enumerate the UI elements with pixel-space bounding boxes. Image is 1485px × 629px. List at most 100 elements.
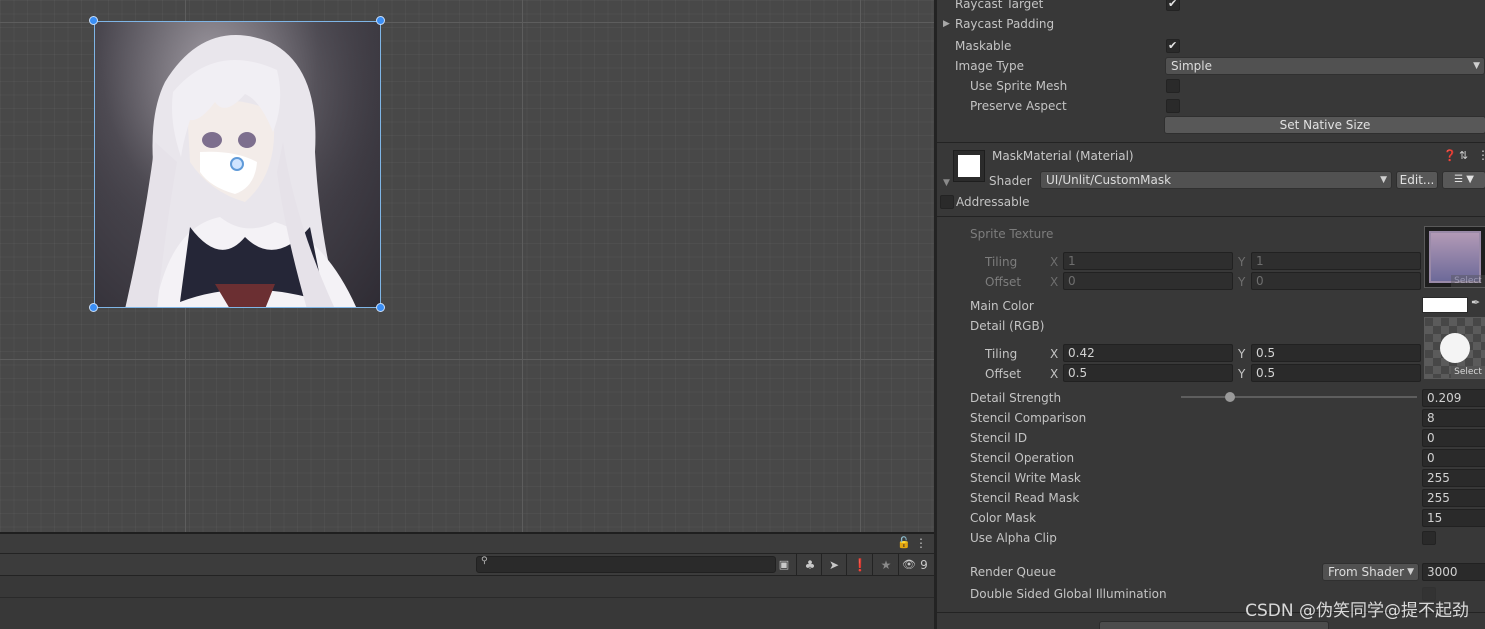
detail-offset-x-field[interactable]: 0.5	[1063, 364, 1233, 382]
axis-x-label: X	[1050, 275, 1059, 289]
preserve-aspect-row: Preserve Aspect	[937, 96, 1485, 116]
section-divider	[937, 142, 1485, 143]
add-component-button[interactable]	[1099, 621, 1329, 629]
sprite-offset-y-field[interactable]: 0	[1251, 272, 1421, 290]
collapse-triangle-icon[interactable]: ▼	[943, 178, 950, 188]
search-icon: ⚲	[481, 556, 488, 566]
raycast-target-label: Raycast Target	[955, 0, 1044, 11]
color-mask-label: Color Mask	[970, 511, 1037, 525]
image-type-label: Image Type	[955, 59, 1024, 73]
sprite-tiling-y-field[interactable]: 1	[1251, 252, 1421, 270]
maskable-checkbox[interactable]	[1166, 36, 1180, 56]
preserve-aspect-checkbox[interactable]	[1166, 99, 1180, 113]
use-sprite-mesh-checkbox[interactable]	[1166, 79, 1180, 93]
maskable-label: Maskable	[955, 39, 1012, 53]
chevron-down-icon: ▼	[1407, 567, 1414, 577]
detail-offset-label: Offset	[985, 367, 1022, 381]
image-type-value: Simple	[1171, 59, 1212, 73]
more-menu-icon[interactable]: ⋮	[914, 534, 928, 552]
resize-handle-bottom-right[interactable]	[376, 303, 385, 312]
collapse-icon[interactable]: ♣	[800, 556, 820, 574]
axis-y-label: Y	[1238, 275, 1246, 289]
detail-strength-slider-knob[interactable]	[1225, 392, 1236, 402]
toolbar-separator	[796, 554, 797, 576]
sprite-select-button[interactable]: Select	[1451, 275, 1485, 287]
lock-icon[interactable]: 🔓	[897, 534, 911, 552]
render-queue-field[interactable]: 3000	[1422, 563, 1485, 581]
stencil-operation-field[interactable]: 0	[1422, 449, 1485, 467]
resize-handle-top-right[interactable]	[376, 16, 385, 25]
console-log-row[interactable]	[0, 576, 934, 598]
detail-texture-slot[interactable]: Select	[1424, 317, 1485, 379]
image-type-dropdown[interactable]: Simple ▼	[1165, 57, 1485, 75]
toolbar-separator	[872, 554, 873, 576]
stencil-read-mask-field[interactable]: 255	[1422, 489, 1485, 507]
detail-strength-field[interactable]: 0.209	[1422, 389, 1485, 407]
chevron-down-icon: ▼	[1473, 61, 1480, 71]
scene-grid-line	[860, 0, 861, 532]
stencil-comparison-field[interactable]: 8	[1422, 409, 1485, 427]
raycast-target-checkbox[interactable]	[1166, 0, 1180, 14]
tag-icon[interactable]: ➤	[824, 556, 844, 574]
axis-x-label: X	[1050, 255, 1059, 269]
eyedropper-icon[interactable]: ✒	[1471, 296, 1480, 309]
axis-y-label: Y	[1238, 255, 1246, 269]
axis-y-label: Y	[1238, 367, 1246, 381]
scene-grid-line	[0, 359, 934, 360]
watermark-text: CSDN @伪笑同学@提不起劲	[1245, 601, 1469, 621]
preset-icon[interactable]: ⇅	[1459, 149, 1468, 162]
detail-strength-slider-track[interactable]	[1181, 396, 1417, 398]
axis-y-label: Y	[1238, 347, 1246, 361]
detail-select-button[interactable]: Select	[1451, 366, 1485, 378]
shader-dropdown[interactable]: UI/Unlit/CustomMask ▼	[1040, 171, 1392, 189]
component-menu-icon[interactable]: ⋮	[1477, 148, 1485, 162]
detail-offset-y-field[interactable]: 0.5	[1251, 364, 1421, 382]
raycast-target-row: Raycast Target	[937, 0, 1485, 14]
main-color-swatch[interactable]	[1422, 297, 1468, 313]
stencil-write-mask-field[interactable]: 255	[1422, 469, 1485, 487]
ui-image-object[interactable]	[94, 21, 381, 308]
console-toolbar: ⚲ ▣ ♣ ➤ ❗ ★ 👁 9	[0, 554, 934, 576]
preserve-aspect-label: Preserve Aspect	[970, 99, 1067, 113]
console-search-input[interactable]: ⚲	[476, 556, 776, 573]
section-divider	[937, 216, 1485, 217]
resize-handle-top-left[interactable]	[89, 16, 98, 25]
toolbar-separator	[898, 554, 899, 576]
set-native-size-button[interactable]: Set Native Size	[1164, 116, 1485, 134]
star-icon[interactable]: ★	[876, 556, 896, 574]
expand-triangle-icon[interactable]: ▶	[943, 14, 950, 34]
inspector-panel: Raycast Target ▶ Raycast Padding Maskabl…	[934, 0, 1485, 629]
detail-tiling-y-field[interactable]: 0.5	[1251, 344, 1421, 362]
resize-handle-bottom-left[interactable]	[89, 303, 98, 312]
sprite-tiling-x-field[interactable]: 1	[1063, 252, 1233, 270]
sprite-tiling-label: Tiling	[985, 255, 1018, 269]
detail-tiling-x-field[interactable]: 0.42	[1063, 344, 1233, 362]
addressable-checkbox[interactable]	[940, 195, 954, 209]
raycast-padding-row[interactable]: ▶ Raycast Padding	[937, 14, 1485, 34]
render-queue-source-dropdown[interactable]: From Shader ▼	[1322, 563, 1419, 581]
color-mask-field[interactable]: 15	[1422, 509, 1485, 527]
sprite-texture-slot[interactable]: Select	[1424, 226, 1485, 288]
sprite-offset-x-field[interactable]: 0	[1063, 272, 1233, 290]
detail-texture-thumbnail	[1440, 333, 1470, 363]
sprite-offset-label: Offset	[985, 275, 1022, 289]
scene-view[interactable]	[0, 0, 934, 532]
edit-shader-button[interactable]: Edit...	[1396, 171, 1438, 189]
use-alpha-clip-checkbox[interactable]	[1422, 531, 1436, 545]
render-queue-label: Render Queue	[970, 565, 1056, 579]
use-alpha-clip-label: Use Alpha Clip	[970, 531, 1057, 545]
help-icon[interactable]: ❓	[1443, 149, 1457, 162]
shader-value: UI/Unlit/CustomMask	[1046, 173, 1172, 187]
console-tab-bar: 🔓 ⋮	[0, 534, 934, 554]
hidden-eye-icon[interactable]: 👁	[902, 556, 916, 574]
maskable-row: Maskable	[937, 36, 1485, 56]
detail-tiling-label: Tiling	[985, 347, 1018, 361]
stencil-comparison-label: Stencil Comparison	[970, 411, 1087, 425]
stencil-id-field[interactable]: 0	[1422, 429, 1485, 447]
shader-label: Shader	[989, 174, 1032, 188]
warning-filter-icon[interactable]: ❗	[850, 556, 870, 574]
search-history-icon[interactable]: ▣	[776, 556, 792, 574]
shader-options-button[interactable]: ☰ ▼	[1442, 171, 1485, 189]
toolbar-separator	[821, 554, 822, 576]
use-sprite-mesh-label: Use Sprite Mesh	[970, 79, 1068, 93]
